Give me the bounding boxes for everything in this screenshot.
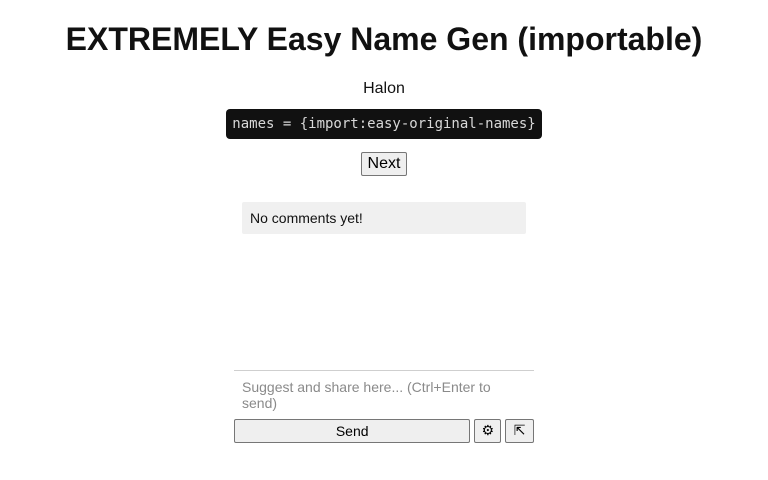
generated-name: Halon xyxy=(363,80,405,97)
comment-input[interactable] xyxy=(234,370,534,416)
composer-actions: Send ⚙ ⇱ xyxy=(234,419,534,443)
expand-icon[interactable]: ⇱ xyxy=(505,419,534,443)
code-block-wrapper: names = {import:easy-original-names} xyxy=(0,109,768,139)
comments-panel: No comments yet! xyxy=(242,202,526,234)
page: EXTREMELY Easy Name Gen (importable) Hal… xyxy=(0,0,768,480)
comment-composer: Send ⚙ ⇱ xyxy=(234,370,534,443)
page-title: EXTREMELY Easy Name Gen (importable) xyxy=(65,21,703,57)
code-snippet: names = {import:easy-original-names} xyxy=(226,109,542,139)
settings-gear-icon[interactable]: ⚙ xyxy=(474,419,502,443)
next-button[interactable]: Next xyxy=(360,152,408,176)
next-button-wrapper: Next xyxy=(0,152,768,176)
send-button[interactable]: Send xyxy=(234,419,471,443)
